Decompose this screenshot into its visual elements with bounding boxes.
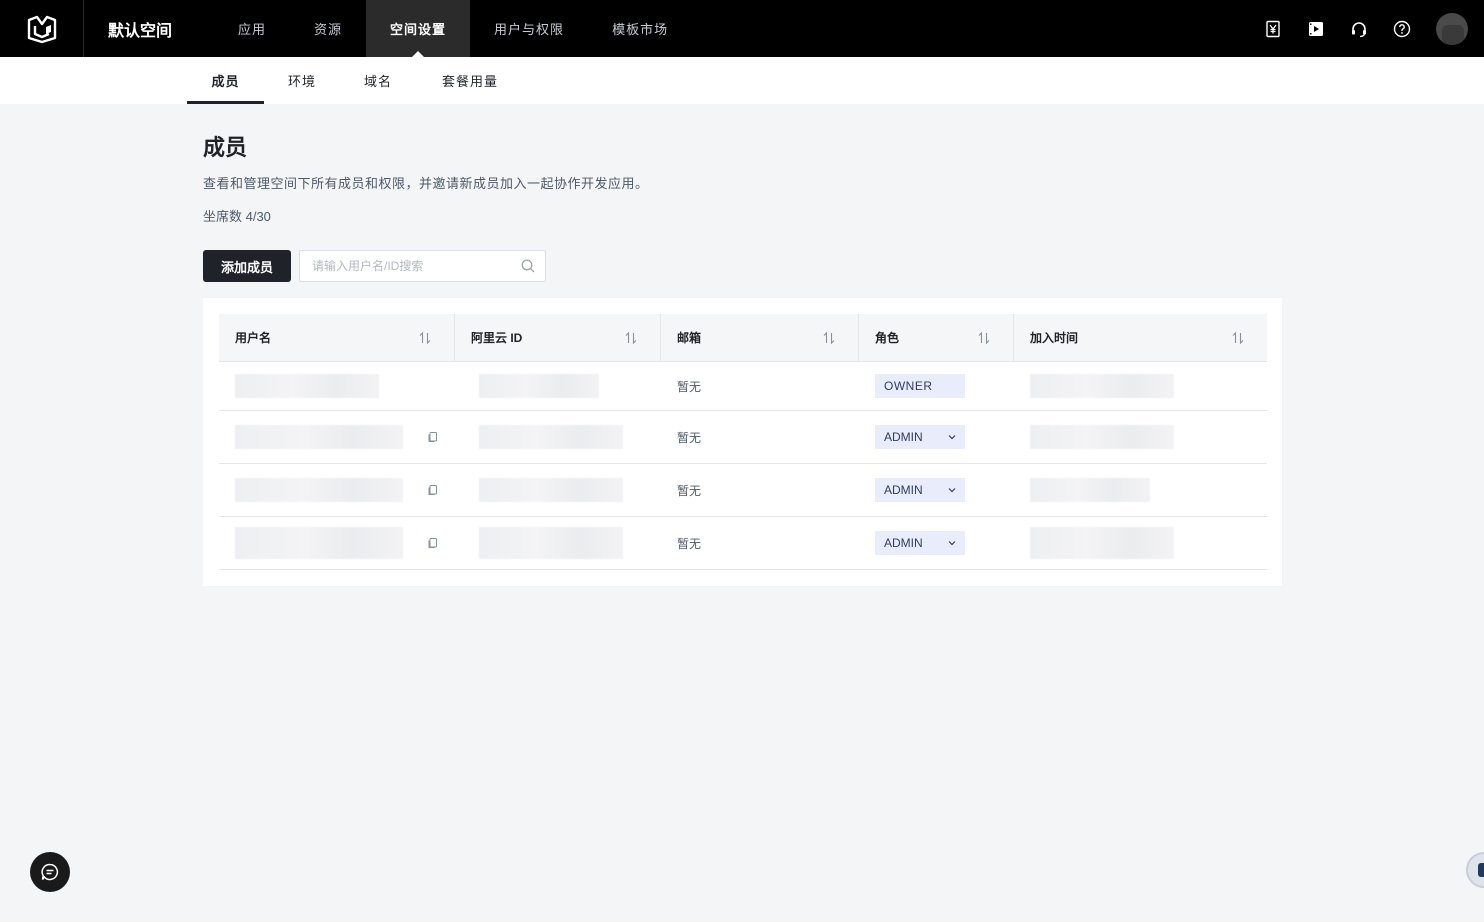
cell-role: ADMIN [859, 411, 1014, 463]
main-nav: 应用 资源 空间设置 用户与权限 模板市场 [214, 0, 692, 57]
column-label: 邮箱 [677, 331, 702, 345]
redacted-joined-time [1030, 425, 1174, 449]
cell-aliyun-id [455, 464, 661, 516]
cell-username [219, 464, 455, 516]
cell-username [219, 362, 455, 410]
column-label: 用户名 [235, 331, 272, 345]
sort-icon[interactable] [977, 331, 991, 345]
sort-icon[interactable] [1231, 331, 1245, 345]
page-description: 查看和管理空间下所有成员和权限，并邀请新成员加入一起协作开发应用。 [203, 176, 649, 191]
app-logo[interactable] [0, 0, 84, 57]
column-label: 阿里云 ID [471, 331, 523, 345]
cell-aliyun-id [455, 411, 661, 463]
nav-item-apps[interactable]: 应用 [214, 0, 290, 57]
video-icon[interactable] [1307, 20, 1325, 38]
cell-role: ADMIN [859, 464, 1014, 516]
member-search [299, 250, 546, 282]
cell-aliyun-id [455, 362, 661, 410]
members-card: 用户名 阿里云 ID 邮箱 角色 加入时间 暂无 OWNER 暂无 ADMIN … [203, 298, 1282, 586]
role-select[interactable]: ADMIN [875, 425, 965, 449]
tab-domain[interactable]: 域名 [340, 57, 416, 104]
tab-members[interactable]: 成员 [187, 57, 264, 104]
seat-count: 坐席数 4/30 [203, 209, 271, 224]
help-icon[interactable] [1393, 20, 1411, 38]
cell-email: 暂无 [677, 379, 702, 394]
add-member-button[interactable]: 添加成员 [203, 250, 291, 282]
copy-icon[interactable] [427, 484, 439, 496]
cell-joined-time [1014, 362, 1267, 410]
chevron-down-icon [948, 488, 956, 493]
column-header-email[interactable]: 邮箱 [661, 314, 859, 361]
table-row: 暂无 ADMIN [219, 464, 1267, 517]
cell-joined-time [1014, 464, 1267, 516]
copy-icon[interactable] [427, 431, 439, 443]
user-avatar[interactable] [1436, 12, 1468, 45]
sort-icon[interactable] [822, 331, 836, 345]
redacted-aliyun-id [479, 478, 623, 502]
members-table: 用户名 阿里云 ID 邮箱 角色 加入时间 暂无 OWNER 暂无 ADMIN … [219, 314, 1267, 570]
cell-joined-time [1014, 411, 1267, 463]
tab-environment[interactable]: 环境 [264, 57, 340, 104]
chat-button[interactable] [30, 852, 70, 892]
cell-email: 暂无 [677, 536, 702, 551]
cell-email: 暂无 [677, 430, 702, 445]
sort-icon[interactable] [624, 331, 638, 345]
chevron-down-icon [948, 541, 956, 546]
column-header-username[interactable]: 用户名 [219, 314, 455, 361]
table-header: 用户名 阿里云 ID 邮箱 角色 加入时间 [219, 314, 1267, 362]
column-label: 角色 [875, 331, 900, 345]
nav-item-space-settings[interactable]: 空间设置 [366, 0, 471, 57]
table-row: 暂无 ADMIN [219, 517, 1267, 570]
yen-bill-icon[interactable] [1264, 20, 1282, 38]
redacted-username [235, 478, 403, 502]
chat-icon [41, 863, 59, 881]
redacted-joined-time [1030, 478, 1150, 502]
logo-icon [27, 15, 56, 43]
role-select-value: ADMIN [884, 430, 923, 444]
search-icon[interactable] [520, 258, 536, 274]
column-header-role[interactable]: 角色 [859, 314, 1014, 361]
redacted-joined-time [1030, 527, 1174, 559]
copy-icon[interactable] [427, 537, 439, 549]
column-header-joined-time[interactable]: 加入时间 [1014, 314, 1267, 361]
column-label: 加入时间 [1030, 331, 1079, 345]
table-row: 暂无 OWNER [219, 362, 1267, 411]
cell-username [219, 517, 455, 569]
column-header-aliyun-id[interactable]: 阿里云 ID [455, 314, 661, 361]
nav-item-resources[interactable]: 资源 [290, 0, 366, 57]
top-navigation-bar: 默认空间 应用 资源 空间设置 用户与权限 模板市场 [0, 0, 1484, 57]
role-select[interactable]: ADMIN [875, 531, 965, 555]
top-right-actions [1264, 0, 1484, 57]
role-select[interactable]: ADMIN [875, 478, 965, 502]
page-title: 成员 [203, 135, 248, 160]
redacted-username [235, 374, 379, 398]
redacted-username [235, 527, 403, 559]
cell-role: ADMIN [859, 517, 1014, 569]
cell-aliyun-id [455, 517, 661, 569]
role-badge: OWNER [875, 374, 965, 398]
redacted-aliyun-id [479, 527, 623, 559]
redacted-username [235, 425, 403, 449]
search-input[interactable] [300, 251, 520, 281]
workspace-name[interactable]: 默认空间 [84, 0, 200, 57]
settings-subtabs: 成员 环境 域名 套餐用量 [0, 57, 1484, 104]
headset-icon[interactable] [1350, 20, 1368, 38]
table-row: 暂无 ADMIN [219, 411, 1267, 464]
role-select-value: ADMIN [884, 536, 923, 550]
redacted-aliyun-id [479, 374, 599, 398]
redacted-aliyun-id [479, 425, 623, 449]
cell-username [219, 411, 455, 463]
cell-role: OWNER [859, 362, 1014, 410]
sort-icon[interactable] [418, 331, 432, 345]
assistant-widget[interactable] [1466, 852, 1484, 888]
cell-email: 暂无 [677, 483, 702, 498]
cell-joined-time [1014, 517, 1267, 569]
nav-item-users-permissions[interactable]: 用户与权限 [470, 0, 588, 57]
nav-item-template-market[interactable]: 模板市场 [588, 0, 692, 57]
role-select-value: ADMIN [884, 483, 923, 497]
redacted-joined-time [1030, 374, 1174, 398]
tab-plan-usage[interactable]: 套餐用量 [416, 57, 524, 104]
chevron-down-icon [948, 435, 956, 440]
